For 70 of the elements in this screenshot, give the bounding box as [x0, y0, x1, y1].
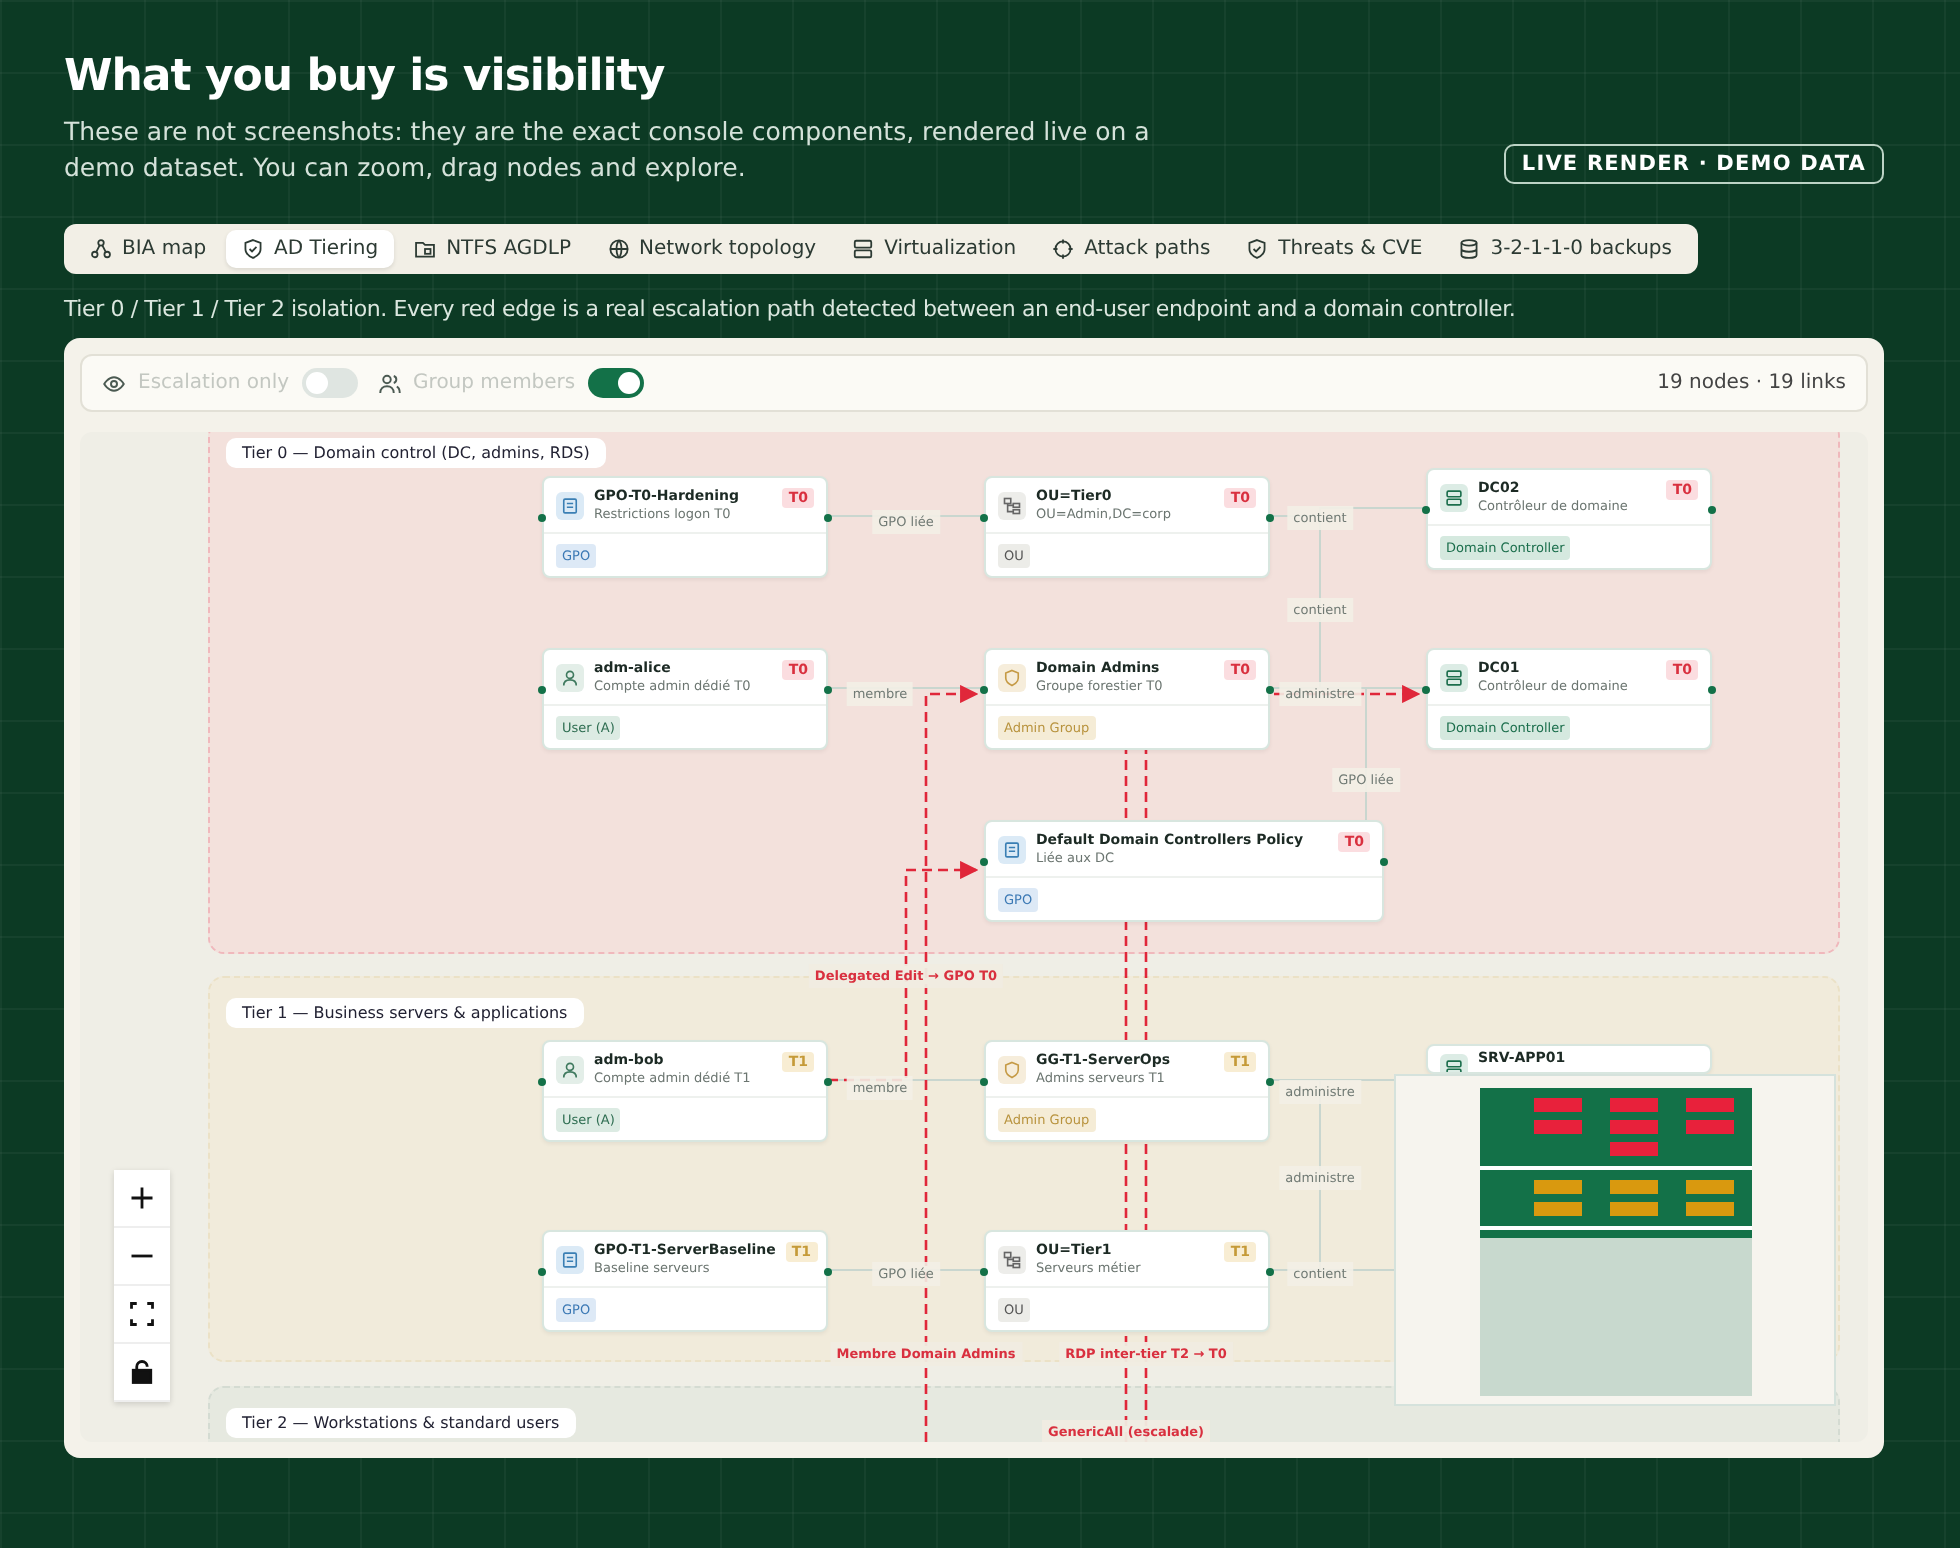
connector-dot[interactable]	[1266, 1078, 1274, 1086]
server-icon	[1440, 664, 1468, 692]
ou-icon	[998, 492, 1026, 520]
tab-icon	[852, 238, 875, 260]
tier-label: Tier 1 — Business servers & applications	[226, 998, 584, 1028]
tab[interactable]: Virtualization	[836, 230, 1033, 268]
server-icon	[1440, 484, 1468, 512]
group-icon	[998, 664, 1026, 692]
connector-dot[interactable]	[824, 1268, 832, 1276]
user-icon	[556, 664, 584, 692]
connector-dot[interactable]	[824, 686, 832, 694]
tab[interactable]: AD Tiering	[226, 230, 395, 268]
live-badge: LIVE RENDER · DEMO DATA	[1503, 144, 1884, 184]
lock-icon	[128, 1358, 156, 1386]
graph-caption: Tier 0 / Tier 1 / Tier 2 isolation. Every red edge is a real escalation path detected between an end-user endpoint and a domain controller.	[64, 296, 1518, 322]
connector-dot[interactable]	[1266, 686, 1274, 694]
tab-icon	[607, 238, 629, 260]
eye-icon	[102, 371, 126, 395]
ou-icon	[998, 1246, 1026, 1274]
connector-dot[interactable]	[1422, 506, 1430, 514]
tab[interactable]: Network topology	[591, 230, 833, 268]
tab-icon	[1458, 238, 1481, 260]
toggle-switch[interactable]	[587, 368, 644, 398]
connector-dot[interactable]	[1380, 858, 1388, 866]
connector-dot[interactable]	[538, 686, 546, 694]
user-icon	[556, 1056, 584, 1084]
tab[interactable]: 3-2-1-1-0 backups	[1442, 230, 1688, 268]
tier-label: Tier 0 — Domain control (DC, admins, RDS)	[226, 438, 606, 468]
minimap[interactable]	[1394, 1074, 1836, 1406]
connector-dot[interactable]	[980, 514, 988, 522]
connector-dot[interactable]	[1266, 1268, 1274, 1276]
fit-view-icon	[128, 1300, 156, 1328]
tier-label: Tier 2 — Workstations & standard users	[226, 1408, 576, 1438]
toggle-label: Group members	[413, 372, 576, 394]
connector-dot[interactable]	[538, 1268, 546, 1276]
tab[interactable]: Threats & CVE	[1230, 230, 1439, 268]
group-icon	[998, 1056, 1026, 1084]
gpo-icon	[556, 1246, 584, 1274]
tab-icon	[1052, 238, 1075, 260]
plus-icon	[128, 1184, 156, 1212]
tab-icon	[1246, 238, 1269, 260]
toggle-switch[interactable]	[301, 368, 358, 398]
connector-dot[interactable]	[538, 514, 546, 522]
connector-dot[interactable]	[980, 686, 988, 694]
connector-dot[interactable]	[1266, 514, 1274, 522]
tab[interactable]: NTFS AGDLP	[398, 230, 587, 268]
tab[interactable]: BIA map	[74, 230, 223, 268]
fit-view-button[interactable]	[114, 1286, 170, 1344]
tab-icon	[414, 238, 437, 260]
gpo-icon	[556, 492, 584, 520]
tab[interactable]: Attack paths	[1036, 230, 1227, 268]
connector-dot[interactable]	[980, 1078, 988, 1086]
users-icon	[377, 371, 402, 395]
page-title: What you buy is visibility	[64, 52, 667, 102]
connector-dot[interactable]	[980, 858, 988, 866]
connector-dot[interactable]	[1422, 686, 1430, 694]
connector-dot[interactable]	[824, 1078, 832, 1086]
graph-stats: 19 nodes · 19 links	[1657, 372, 1846, 394]
zoom-in-button[interactable]	[114, 1170, 170, 1228]
gpo-icon	[998, 836, 1026, 864]
tab-icon	[242, 238, 265, 260]
connector-dot[interactable]	[1708, 686, 1716, 694]
lock-button[interactable]	[114, 1344, 170, 1402]
connector-dot[interactable]	[1708, 506, 1716, 514]
tab-icon	[90, 238, 112, 260]
connector-dot[interactable]	[824, 514, 832, 522]
connector-dot[interactable]	[980, 1268, 988, 1276]
toggle-label: Escalation only	[138, 372, 290, 394]
page-subtitle: These are not screenshots: they are the exact console components, rendered live on a demo dataset. You can zoom, drag nodes and explore.	[64, 114, 1152, 186]
connector-dot[interactable]	[538, 1078, 546, 1086]
